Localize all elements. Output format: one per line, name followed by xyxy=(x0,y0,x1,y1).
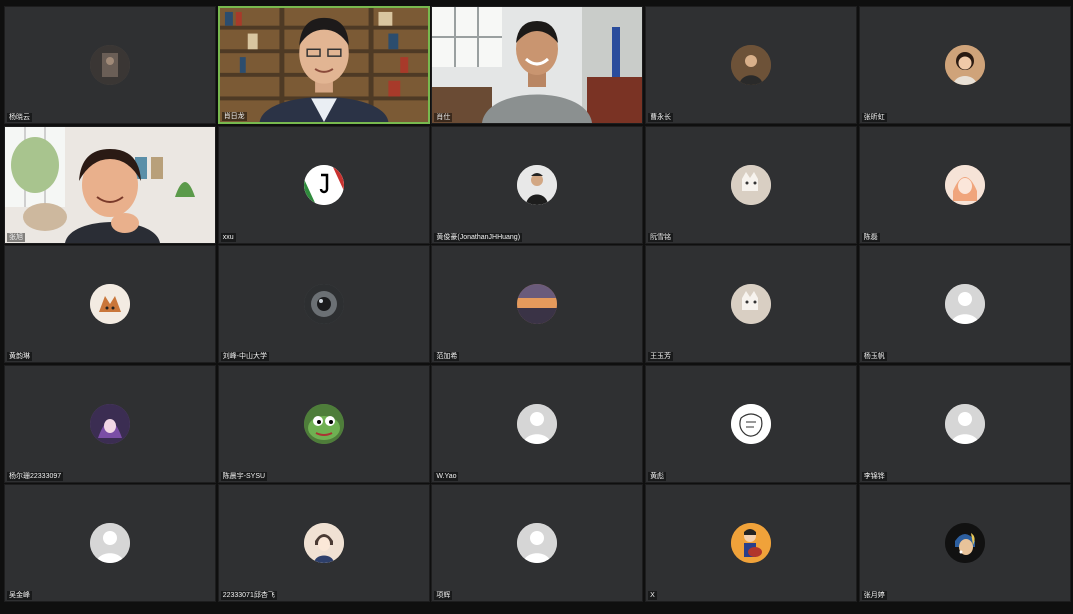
anime-girl-avatar-icon xyxy=(944,164,985,205)
participant-tile[interactable]: 阮雪铭 xyxy=(645,125,858,244)
participant-name-label: 黄俊豪(JonathanJHHuang) xyxy=(434,232,523,242)
participant-name-label: 张月婷 xyxy=(861,591,887,600)
default-user-avatar-icon xyxy=(517,403,558,444)
participant-tile[interactable]: xxu xyxy=(217,125,430,244)
participant-gallery-grid: 杨晓云 肖日龙 肖仕 曹永长 张昕虹 张旭 xxu 黄俊豪(JonathanJH… xyxy=(4,6,1071,606)
participant-name-label: 刘峰-中山大学 xyxy=(220,352,270,361)
default-user-avatar-icon xyxy=(944,284,985,324)
participant-name-label: 阮雪铭 xyxy=(648,232,674,242)
cat-photo-avatar-icon xyxy=(731,284,772,324)
participant-name-label: 张昕虹 xyxy=(861,113,887,122)
participant-tile[interactable]: 22333071邱杏飞 xyxy=(217,484,430,602)
participant-tile[interactable]: 肖日龙 xyxy=(217,6,430,124)
participant-name-label: 项辉 xyxy=(434,591,453,600)
participant-tile[interactable]: W.Yao xyxy=(431,364,644,483)
participant-name-label: 黄彪 xyxy=(648,471,667,481)
participant-tile[interactable]: 肖仕 xyxy=(431,6,644,124)
default-user-avatar-icon xyxy=(90,523,130,563)
man-bookshelf-video xyxy=(219,8,428,122)
person-photo-avatar-icon xyxy=(731,45,772,85)
participant-tile[interactable]: 曹永长 xyxy=(645,6,858,124)
sketch-drawing-avatar-icon xyxy=(731,403,772,444)
participant-name-label: 黄韵琳 xyxy=(7,352,32,361)
participant-name-label: 曹永长 xyxy=(648,113,674,122)
participant-name-label: 杨玉帆 xyxy=(861,352,887,361)
participant-tile[interactable]: 杨玉帆 xyxy=(858,245,1071,363)
participant-tile[interactable]: 李锦铧 xyxy=(858,364,1071,483)
participant-tile[interactable]: 张昕虹 xyxy=(858,6,1071,124)
participant-name-label: 吴金峰 xyxy=(7,591,32,600)
participant-tile[interactable]: 张旭 xyxy=(4,125,216,244)
participant-tile[interactable]: 杨尔珊22333097 xyxy=(4,364,216,483)
guitar-cartoon-avatar-icon xyxy=(731,523,772,563)
participant-name-label: 陈磊 xyxy=(861,232,880,242)
woman-livingroom-video xyxy=(5,126,215,243)
default-user-avatar-icon xyxy=(944,403,985,444)
participant-tile[interactable]: X xyxy=(645,484,858,602)
participant-tile[interactable]: 张月婷 xyxy=(858,484,1071,602)
participant-name-label: 杨尔珊22333097 xyxy=(7,471,64,481)
camera-lens-avatar-icon xyxy=(303,284,344,324)
anime-boy-avatar-icon xyxy=(303,523,344,563)
participant-tile[interactable]: 黄俊豪(JonathanJHHuang) xyxy=(431,125,644,244)
participant-tile[interactable]: 杨晓云 xyxy=(4,6,216,124)
man-photo-avatar-icon xyxy=(517,164,558,205)
juventus-logo-avatar-icon xyxy=(303,164,344,205)
pepe-frog-avatar-icon xyxy=(303,403,344,444)
anime-character-avatar-icon xyxy=(90,403,130,444)
participant-tile[interactable]: 项辉 xyxy=(431,484,644,602)
default-user-avatar-icon xyxy=(517,523,558,563)
cartoon-fox-avatar-icon xyxy=(90,284,130,324)
participant-name-label: X xyxy=(648,591,657,600)
man-office-video xyxy=(432,7,643,123)
participant-name-label: 陈晨宇-SYSU xyxy=(220,471,268,481)
participant-name-label: xxu xyxy=(220,232,236,242)
participant-tile[interactable]: 陈晨宇-SYSU xyxy=(217,364,430,483)
participant-name-label: 杨晓云 xyxy=(7,113,32,122)
participant-name-label: 肖日龙 xyxy=(221,112,247,121)
participant-name-label: 22333071邱杏飞 xyxy=(220,591,277,600)
girl-pearl-earring-avatar-icon xyxy=(944,523,985,563)
cat-photo-avatar-icon xyxy=(731,164,772,205)
dark-photo-avatar-icon xyxy=(90,45,130,85)
participant-name-label: 肖仕 xyxy=(434,113,453,122)
participant-tile[interactable]: 黄韵琳 xyxy=(4,245,216,363)
participant-tile[interactable]: 王玉芳 xyxy=(645,245,858,363)
participant-tile[interactable]: 陈磊 xyxy=(858,125,1071,244)
participant-tile[interactable]: 刘峰-中山大学 xyxy=(217,245,430,363)
participant-tile[interactable]: 吴金峰 xyxy=(4,484,216,602)
sunset-photo-avatar-icon xyxy=(517,284,558,324)
participant-tile[interactable]: 黄彪 xyxy=(645,364,858,483)
participant-name-label: 李锦铧 xyxy=(861,471,887,481)
participant-name-label: W.Yao xyxy=(434,471,459,481)
woman-photo-avatar-icon xyxy=(944,45,985,85)
participant-name-label: 王玉芳 xyxy=(648,352,674,361)
participant-name-label: 张旭 xyxy=(7,232,25,242)
participant-name-label: 范加希 xyxy=(434,352,460,361)
participant-tile[interactable]: 范加希 xyxy=(431,245,644,363)
